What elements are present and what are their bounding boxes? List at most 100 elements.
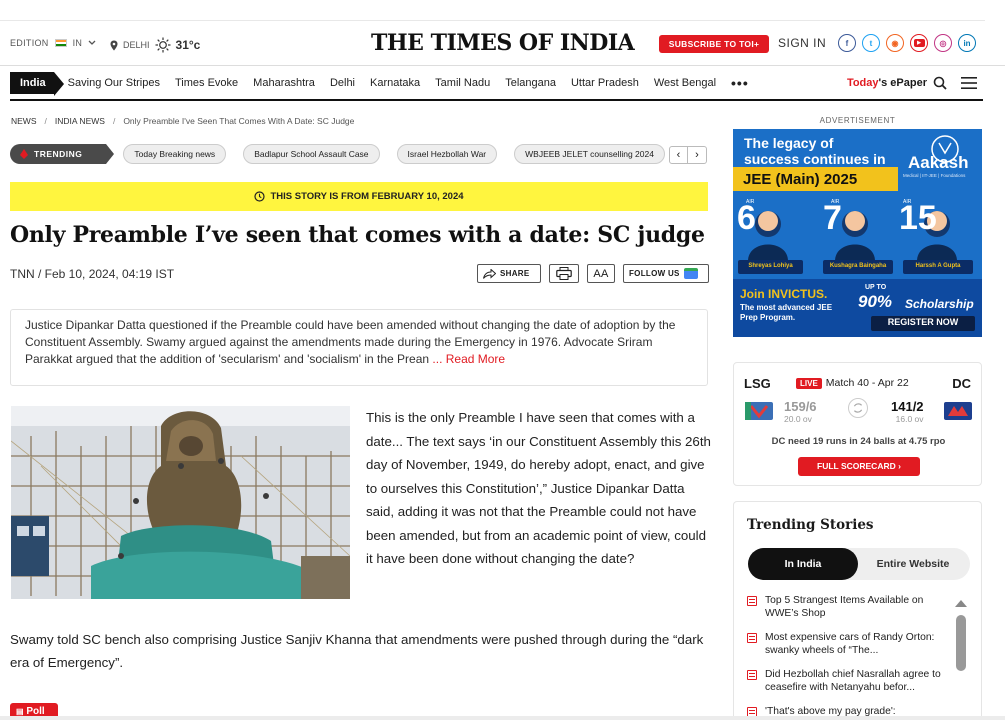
- article-summary: Justice Dipankar Datta questioned if the…: [10, 309, 708, 386]
- search-icon[interactable]: [933, 76, 947, 90]
- subscribe-button[interactable]: SUBSCRIBE TO TOI+: [659, 35, 769, 53]
- team-2-name: DC: [952, 376, 971, 391]
- site-logo[interactable]: THE TIMES OF INDIA: [371, 30, 635, 56]
- trending-prev-button[interactable]: ‹: [670, 147, 688, 163]
- trending-story-item[interactable]: Most expensive cars of Randy Orton: swan…: [747, 631, 953, 657]
- trending-story-title: Most expensive cars of Randy Orton: swan…: [765, 632, 935, 656]
- ad-headline-2: success continues in: [744, 151, 886, 167]
- breadcrumb-india-news[interactable]: INDIA NEWS: [55, 116, 105, 126]
- instagram-icon[interactable]: ◎: [934, 34, 952, 52]
- sign-in-link[interactable]: SIGN IN: [778, 36, 826, 50]
- epaper-rest: 's ePaper: [878, 77, 927, 89]
- rss-icon[interactable]: ◉: [886, 34, 904, 52]
- print-icon: [556, 267, 572, 280]
- read-more-link[interactable]: ... Read More: [432, 352, 505, 366]
- font-size-button[interactable]: AA: [587, 264, 615, 283]
- edition-label: EDITION: [10, 38, 49, 48]
- trending-next-button[interactable]: ›: [688, 147, 706, 163]
- refresh-icon[interactable]: [848, 398, 868, 418]
- facebook-icon[interactable]: f: [838, 34, 856, 52]
- team-1-runs: 159/6: [784, 399, 817, 414]
- story-date-banner: THIS STORY IS FROM FEBRUARY 10, 2024: [10, 182, 708, 211]
- breadcrumb-news[interactable]: NEWS: [11, 116, 37, 126]
- cricket-score-widget[interactable]: LSG LIVE Match 40 - Apr 22 DC 159/6 20.0 o…: [733, 362, 982, 486]
- trending-pill[interactable]: Today Breaking news: [123, 144, 227, 164]
- ad-register-button[interactable]: REGISTER NOW: [871, 317, 975, 327]
- ad-rank-2: 7: [823, 199, 842, 237]
- trending-arrows: ‹ ›: [669, 146, 707, 164]
- breadcrumb-separator: /: [44, 116, 47, 126]
- trending-stories-title: Trending Stories: [747, 517, 874, 533]
- epaper-today: Today: [846, 77, 879, 89]
- trending-pill[interactable]: Israel Hezbollah War: [396, 144, 498, 164]
- hamburger-menu-icon[interactable]: [961, 77, 977, 89]
- edition-selector[interactable]: EDITION IN: [10, 38, 96, 48]
- ad-rank-3: 15: [899, 199, 937, 237]
- share-icon: [483, 268, 496, 279]
- nav-item[interactable]: Karnataka: [370, 77, 420, 89]
- match-status: LIVE Match 40 - Apr 22: [796, 377, 909, 389]
- trending-stories-list: Top 5 Strangest Items Available on WWE’s…: [747, 594, 953, 720]
- nav-item[interactable]: Times Evoke: [175, 77, 238, 89]
- dc-team-logo-icon: [944, 402, 972, 420]
- summary-text: Justice Dipankar Datta questioned if the…: [25, 318, 676, 366]
- youtube-icon[interactable]: ▶: [910, 34, 928, 52]
- trending-story-item[interactable]: Did Hezbollah chief Nasrallah agree to c…: [747, 668, 953, 694]
- team-1-name: LSG: [744, 376, 771, 391]
- chevron-right-icon: ›: [898, 461, 901, 471]
- ad-brand-sub: Medical | IIT-JEE | Foundations: [903, 173, 966, 178]
- page-bottom-edge: [0, 716, 1005, 720]
- share-label: SHARE: [500, 269, 530, 278]
- ad-headline-1: The legacy of: [744, 135, 834, 151]
- nav-home-india[interactable]: India: [10, 72, 64, 96]
- nav-item[interactable]: Tamil Nadu: [435, 77, 490, 89]
- chevron-down-icon: [88, 40, 96, 45]
- print-button[interactable]: [549, 264, 579, 283]
- nav-item[interactable]: West Bengal: [654, 77, 716, 89]
- linkedin-icon[interactable]: in: [958, 34, 976, 52]
- share-button[interactable]: SHARE: [477, 264, 541, 283]
- ad-student-2: Kushagra Baingaha: [829, 263, 887, 269]
- nav-item[interactable]: Saving Our Stripes: [68, 77, 160, 89]
- nav-item[interactable]: Delhi: [330, 77, 355, 89]
- follow-us-button[interactable]: FOLLOW US: [623, 264, 709, 283]
- trending-label-text: TRENDING: [34, 149, 83, 159]
- edition-value: IN: [72, 38, 83, 48]
- trending-pill[interactable]: WBJEEB JELET counselling 2024: [514, 144, 665, 164]
- ad-join: Join INVICTUS.: [740, 287, 828, 301]
- team-2-runs: 141/2: [891, 399, 924, 414]
- ad-scholarship-pct: 90%: [858, 292, 893, 311]
- trending-bar: TRENDING Today Breaking news Badlapur Sc…: [10, 144, 665, 164]
- ad-scholarship: Scholarship: [905, 297, 974, 311]
- tab-entire-website[interactable]: Entire Website: [858, 548, 968, 580]
- tab-in-india[interactable]: In India: [748, 548, 858, 580]
- nav-more-button[interactable]: •••: [731, 75, 749, 91]
- location-weather[interactable]: DELHI 31°c: [110, 37, 200, 53]
- full-scorecard-button[interactable]: FULL SCORECARD ›: [798, 457, 920, 476]
- article-byline: TNN / Feb 10, 2024, 04:19 IST: [10, 267, 175, 281]
- trending-stories-widget: Trending Stories In India Entire Website…: [733, 501, 982, 720]
- nav-item[interactable]: Maharashtra: [253, 77, 315, 89]
- nav-item[interactable]: Telangana: [505, 77, 556, 89]
- article-headline: Only Preamble I’ve seen that comes with …: [10, 222, 705, 248]
- lsg-team-logo-icon: [745, 402, 773, 420]
- epaper-link[interactable]: Today's ePaper: [847, 77, 927, 89]
- trending-story-title: Did Hezbollah chief Nasrallah agree to c…: [765, 669, 941, 693]
- team-1-score: 159/6 20.0 ov: [784, 399, 817, 424]
- match-equation: DC need 19 runs in 24 balls at 4.75 rpo: [771, 436, 946, 447]
- ad-student-1: Shreyas Lohiya: [748, 263, 793, 269]
- scroll-thumb[interactable]: [956, 615, 966, 671]
- ad-student-3: Harssh A Gupta: [915, 263, 961, 269]
- nav-item[interactable]: Uttar Pradesh: [571, 77, 639, 89]
- trending-pill[interactable]: Badlapur School Assault Case: [243, 144, 380, 164]
- match-info: Match 40 - Apr 22: [825, 377, 909, 389]
- poll-icon: ▤: [16, 707, 24, 716]
- ad-upto: UP TO: [865, 284, 887, 291]
- article-image[interactable]: [11, 406, 350, 599]
- location-pin-icon: [110, 40, 118, 50]
- scroll-up-icon[interactable]: [955, 600, 967, 607]
- trending-story-item[interactable]: Top 5 Strangest Items Available on WWE’s…: [747, 594, 953, 620]
- trending-scrollbar[interactable]: [955, 600, 967, 708]
- advertisement-banner[interactable]: The legacy of success continues in Aakas…: [733, 129, 982, 337]
- twitter-icon[interactable]: t: [862, 34, 880, 52]
